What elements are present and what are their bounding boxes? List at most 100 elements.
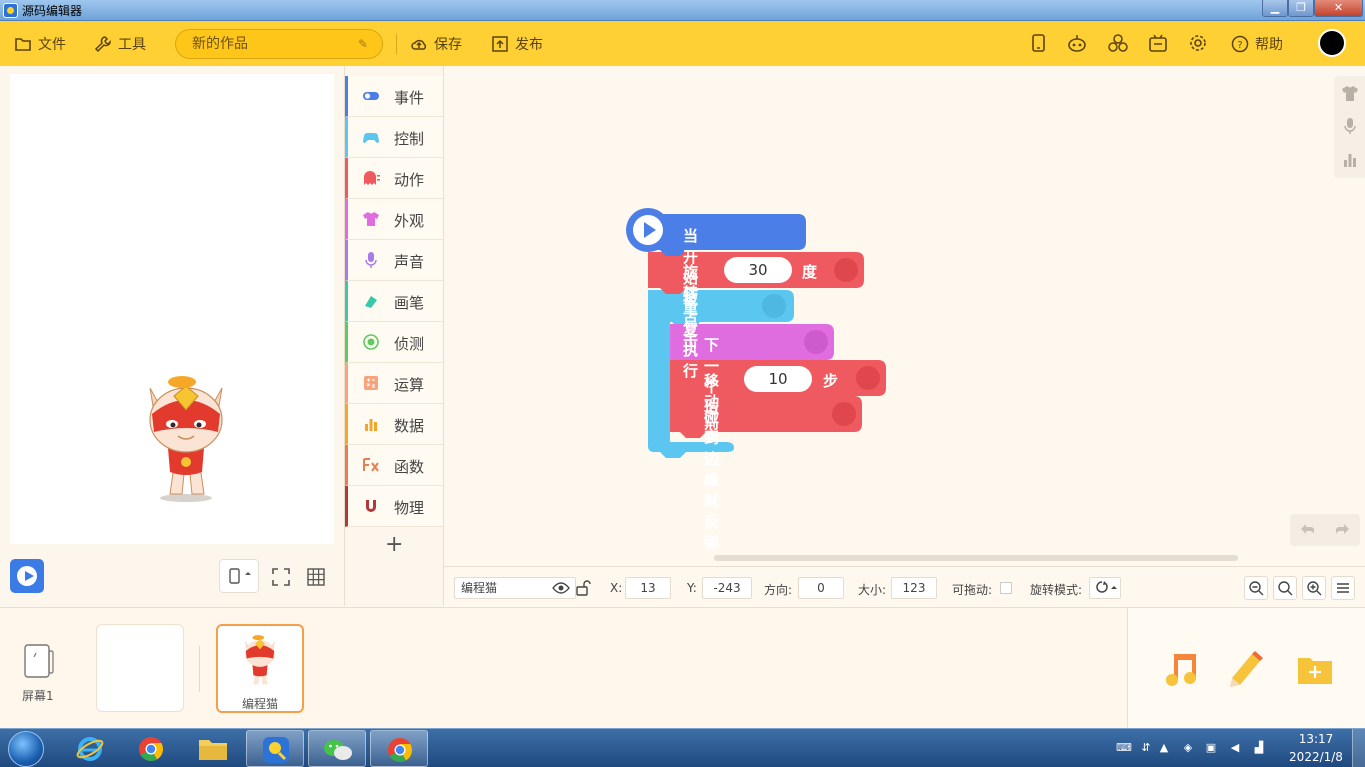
zoom-out-button[interactable] bbox=[1244, 576, 1268, 600]
volume-tray-icon[interactable]: ◀ bbox=[1228, 741, 1242, 755]
taskbar-wechat[interactable] bbox=[308, 730, 366, 767]
redo-icon[interactable] bbox=[1332, 520, 1352, 540]
robot-icon[interactable] bbox=[1066, 32, 1088, 54]
run-program-button[interactable] bbox=[10, 559, 44, 593]
show-desktop-button[interactable] bbox=[1352, 729, 1365, 767]
minimize-button[interactable]: ▁ bbox=[1262, 0, 1288, 17]
taskbar-chrome[interactable] bbox=[122, 730, 180, 767]
workspace-horizontal-scrollbar[interactable] bbox=[714, 555, 1238, 561]
screen-tablet-icon[interactable] bbox=[23, 643, 55, 679]
input-method-tray-icon[interactable]: ⇵ bbox=[1139, 741, 1153, 755]
costume-shirt-icon[interactable] bbox=[1340, 84, 1360, 104]
category-operators-label: 运算 bbox=[394, 376, 425, 394]
script-workspace[interactable] bbox=[444, 66, 1365, 566]
grid-toggle-icon[interactable] bbox=[305, 566, 327, 588]
category-pen[interactable]: 画笔 bbox=[345, 281, 443, 322]
help-button[interactable]: ? 帮助 bbox=[1231, 21, 1283, 66]
taskbar-ie[interactable] bbox=[62, 730, 120, 767]
category-sound[interactable]: 声音 bbox=[345, 240, 443, 281]
undo-icon[interactable] bbox=[1298, 520, 1318, 540]
draggable-checkbox[interactable] bbox=[1000, 582, 1012, 594]
size-label: 大小: bbox=[858, 583, 887, 597]
category-sound-label: 声音 bbox=[394, 253, 425, 271]
taskbar-file-explorer[interactable] bbox=[184, 730, 242, 767]
taskbar-clock-date[interactable]: 2022/1/8 bbox=[1284, 750, 1348, 764]
taskbar-clock-time[interactable]: 13:17 bbox=[1294, 732, 1338, 746]
paint-pencil-icon[interactable] bbox=[1226, 648, 1266, 688]
category-motion-label: 动作 bbox=[394, 171, 425, 189]
project-name-input[interactable]: 新的作品 ✎ bbox=[175, 29, 383, 59]
settings-gear-icon[interactable] bbox=[1187, 32, 1209, 54]
category-events[interactable]: 事件 bbox=[345, 76, 443, 117]
gift-box-icon[interactable] bbox=[1147, 32, 1169, 54]
category-motion[interactable]: 动作 bbox=[345, 158, 443, 199]
device-orientation-button[interactable] bbox=[219, 559, 259, 593]
move-unit-label: 步 bbox=[823, 372, 839, 390]
y-position-input[interactable]: -243 bbox=[702, 577, 752, 599]
close-window-button[interactable]: ✕ bbox=[1314, 0, 1363, 17]
category-data-label: 数据 bbox=[394, 417, 425, 435]
toolbar-divider bbox=[396, 34, 397, 54]
category-sensing[interactable]: 侦测 bbox=[345, 322, 443, 363]
shield-tray-icon[interactable]: ◈ bbox=[1181, 741, 1195, 755]
network-warning-tray-icon[interactable]: ▣ bbox=[1204, 741, 1218, 755]
category-physics[interactable]: 物理 bbox=[345, 486, 443, 527]
bounce-on-edge-block[interactable]: 碰到边缘就反弹 bbox=[704, 406, 719, 553]
phone-dropdown-icon bbox=[229, 568, 251, 584]
extensions-icon[interactable] bbox=[1107, 32, 1129, 54]
sound-microphone-icon[interactable] bbox=[1340, 116, 1360, 136]
sprite-card-coding-cat[interactable]: 编程猫 bbox=[216, 624, 304, 713]
fullscreen-icon[interactable] bbox=[270, 566, 292, 588]
asset-side-rail bbox=[1334, 76, 1365, 178]
x-label: X: bbox=[610, 581, 623, 595]
coding-cat-thumbnail bbox=[245, 635, 275, 685]
category-operators[interactable]: 运算 bbox=[345, 363, 443, 404]
size-input[interactable]: 123 bbox=[891, 577, 937, 599]
category-looks[interactable]: 外观 bbox=[345, 199, 443, 240]
direction-input[interactable]: 0 bbox=[798, 577, 844, 599]
taskbar-chrome-window[interactable] bbox=[370, 730, 428, 767]
music-library-icon[interactable] bbox=[1162, 650, 1200, 688]
add-sprite-slot[interactable] bbox=[96, 624, 184, 712]
category-data[interactable]: 数据 bbox=[345, 404, 443, 445]
zoom-reset-button[interactable] bbox=[1273, 576, 1297, 600]
show-hidden-icons-icon[interactable]: ▲ bbox=[1157, 741, 1171, 755]
visibility-eye-icon[interactable] bbox=[552, 581, 570, 595]
move-steps-input[interactable]: 10 bbox=[744, 366, 812, 392]
start-button[interactable] bbox=[8, 731, 44, 767]
microphone-icon bbox=[365, 252, 377, 268]
svg-text:?: ? bbox=[1237, 40, 1242, 51]
x-position-input[interactable]: 13 bbox=[625, 577, 671, 599]
file-menu-button[interactable]: 文件 bbox=[14, 21, 66, 66]
rotation-mode-dropdown[interactable] bbox=[1089, 577, 1121, 599]
wrench-icon bbox=[94, 35, 111, 52]
chrome-icon bbox=[139, 737, 163, 762]
add-extension-button[interactable]: + bbox=[385, 532, 403, 557]
maximize-button[interactable]: ❐ bbox=[1288, 0, 1314, 17]
zoom-in-button[interactable] bbox=[1302, 576, 1326, 600]
unlock-icon[interactable] bbox=[575, 580, 591, 596]
folder-icon bbox=[199, 740, 227, 760]
file-menu-label: 文件 bbox=[38, 36, 66, 53]
save-button[interactable]: 保存 bbox=[410, 21, 462, 66]
window-titlebar: 源码编辑器 ▁ ❐ ✕ bbox=[0, 0, 1365, 21]
sprite-name-text: 编程猫 bbox=[461, 581, 498, 595]
rotate-degrees-input[interactable]: 30 bbox=[724, 257, 792, 283]
category-control[interactable]: 控制 bbox=[345, 117, 443, 158]
workspace-menu-button[interactable] bbox=[1331, 576, 1355, 600]
repeat-forever-block[interactable]: 重复执行 bbox=[683, 297, 698, 381]
upload-folder-icon[interactable] bbox=[1296, 652, 1334, 686]
signal-bars-tray-icon[interactable]: ▟ bbox=[1252, 741, 1266, 755]
publish-button[interactable]: 发布 bbox=[491, 21, 543, 66]
keyboard-tray-icon[interactable]: ⌨ bbox=[1116, 741, 1132, 755]
stage-canvas[interactable] bbox=[10, 74, 334, 544]
phone-preview-icon[interactable] bbox=[1027, 32, 1049, 54]
taskbar-code-editor[interactable] bbox=[246, 730, 304, 767]
rotate-unit-label: 度 bbox=[802, 263, 818, 281]
tools-menu-button[interactable]: 工具 bbox=[94, 21, 146, 66]
coding-cat-sprite[interactable] bbox=[138, 374, 234, 502]
user-avatar[interactable] bbox=[1318, 29, 1346, 57]
asset-library-panel bbox=[1127, 608, 1365, 729]
variables-chart-icon[interactable] bbox=[1340, 150, 1360, 170]
category-functions[interactable]: 函数 bbox=[345, 445, 443, 486]
